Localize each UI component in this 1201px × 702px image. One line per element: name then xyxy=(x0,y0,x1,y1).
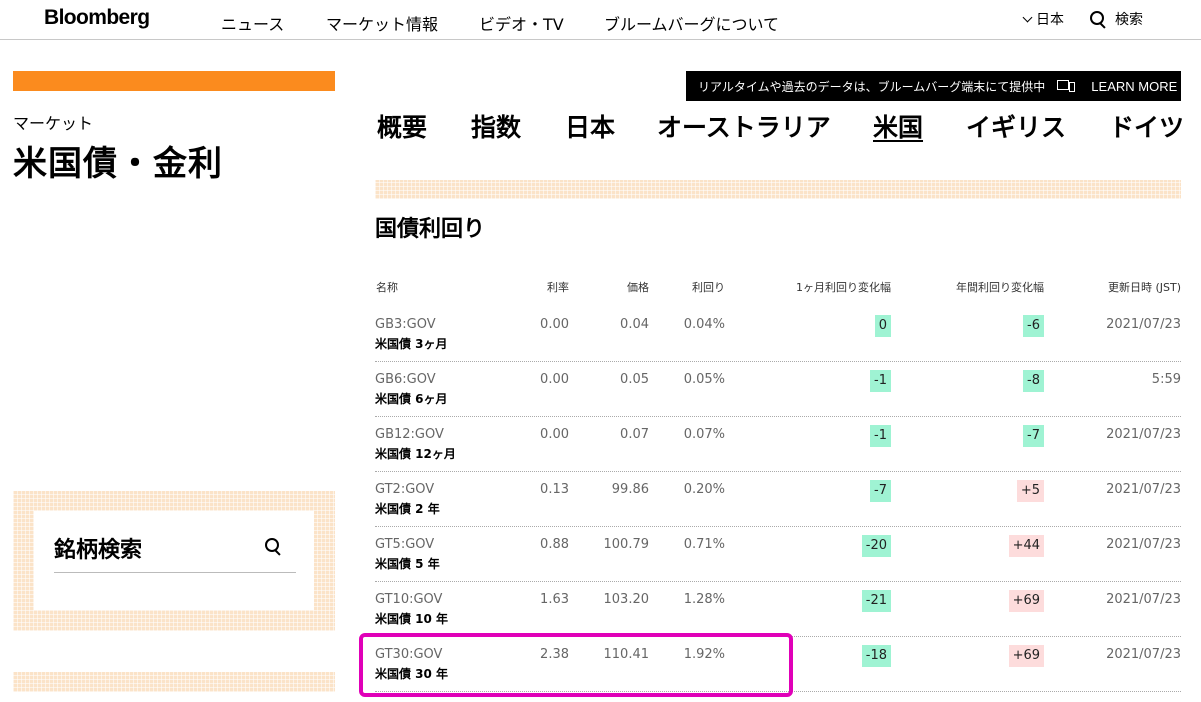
nav-about[interactable]: ブルームバーグについて xyxy=(604,11,779,35)
tab-australia[interactable]: オーストラリア xyxy=(657,108,831,144)
chevron-down-icon xyxy=(1022,12,1033,23)
row-1y-change: +69 xyxy=(1008,590,1044,612)
row-1m-change: -18 xyxy=(861,645,891,667)
row-yield: 0.20% xyxy=(683,482,725,497)
row-coupon: 0.00 xyxy=(540,317,569,332)
security-search-input[interactable] xyxy=(54,572,296,573)
table-row[interactable]: GB12:GOV 米国債 12ヶ月 0.00 0.07 0.07% -1 -7 … xyxy=(375,417,1181,472)
bloomberg-logo[interactable]: Bloomberg xyxy=(44,6,150,30)
table-row[interactable]: GT5:GOV 米国債 5 年 0.88 100.79 0.71% -20 +4… xyxy=(375,527,1181,582)
row-name: 米国債 12ヶ月 xyxy=(375,447,456,461)
row-1m-change: -1 xyxy=(870,370,891,392)
row-ticker[interactable]: GB12:GOV xyxy=(375,427,444,442)
row-yield: 0.04% xyxy=(683,317,725,332)
nav-market-info[interactable]: マーケット情報 xyxy=(326,11,438,35)
row-name: 米国債 5 年 xyxy=(375,557,440,571)
decorative-strip xyxy=(13,672,335,692)
row-updated: 2021/07/23 xyxy=(1106,482,1181,497)
tab-indices[interactable]: 指数 xyxy=(471,108,521,144)
table-row[interactable]: GB3:GOV 米国債 3ヶ月 0.00 0.04 0.04% 0 -6 202… xyxy=(375,307,1181,362)
row-ticker[interactable]: GT2:GOV xyxy=(375,482,434,497)
row-1y-change: -6 xyxy=(1023,315,1044,337)
row-ticker[interactable]: GT5:GOV xyxy=(375,537,434,552)
tab-germany[interactable]: ドイツ xyxy=(1109,108,1184,144)
row-ticker[interactable]: GT10:GOV xyxy=(375,592,442,607)
page-title: 米国債・金利 xyxy=(13,144,223,184)
highlight-annotation xyxy=(359,633,793,697)
row-1y-change: -7 xyxy=(1023,425,1044,447)
promo-text: リアルタイムや過去のデータは、ブルームバーグ端末にて提供中 xyxy=(698,79,1046,94)
nav-video-tv[interactable]: ビデオ・TV xyxy=(479,11,564,35)
region-label: 日本 xyxy=(1036,12,1064,28)
row-1y-change: +5 xyxy=(1016,480,1044,502)
row-yield: 0.07% xyxy=(683,427,725,442)
terminal-promo-banner[interactable]: リアルタイムや過去のデータは、ブルームバーグ端末にて提供中 LEARN MORE xyxy=(686,71,1181,101)
row-price: 0.05 xyxy=(620,372,649,387)
breadcrumb[interactable]: マーケット xyxy=(13,110,93,134)
terminal-device-icon xyxy=(1057,80,1076,92)
row-price: 103.20 xyxy=(603,592,650,607)
search-icon[interactable] xyxy=(264,537,282,556)
search-label: 検索 xyxy=(1115,12,1143,28)
row-updated: 2021/07/23 xyxy=(1106,592,1181,607)
header-1m-change: 1ヶ月利回り変化幅 xyxy=(796,281,891,294)
section-title: 国債利回り xyxy=(375,217,486,242)
row-name: 米国債 3ヶ月 xyxy=(375,337,448,351)
row-yield: 1.28% xyxy=(683,592,725,607)
row-updated: 2021/07/23 xyxy=(1106,317,1181,332)
row-1y-change: +69 xyxy=(1008,645,1044,667)
header-updated: 更新日時 (JST) xyxy=(1107,281,1181,294)
row-coupon: 0.13 xyxy=(540,482,569,497)
search-icon xyxy=(1089,10,1107,29)
accent-bar xyxy=(13,71,335,91)
row-price: 100.79 xyxy=(603,537,650,552)
tab-japan[interactable]: 日本 xyxy=(565,108,615,144)
row-price: 0.07 xyxy=(620,427,649,442)
row-ticker[interactable]: GB6:GOV xyxy=(375,372,436,387)
region-selector[interactable]: 日本 xyxy=(1022,9,1064,29)
header-coupon: 利率 xyxy=(547,281,569,294)
row-1y-change: +44 xyxy=(1008,535,1044,557)
row-updated: 2021/07/23 xyxy=(1106,427,1181,442)
row-price: 0.04 xyxy=(620,317,649,332)
row-coupon: 1.63 xyxy=(540,592,569,607)
row-coupon: 0.88 xyxy=(540,537,569,552)
learn-more-link[interactable]: LEARN MORE xyxy=(1091,79,1177,94)
table-row[interactable]: GB6:GOV 米国債 6ヶ月 0.00 0.05 0.05% -1 -8 5:… xyxy=(375,362,1181,417)
tab-us[interactable]: 米国 xyxy=(873,108,923,144)
row-name: 米国債 6ヶ月 xyxy=(375,392,448,406)
row-1m-change: 0 xyxy=(874,315,891,337)
header-price: 価格 xyxy=(627,281,649,294)
row-coupon: 0.00 xyxy=(540,372,569,387)
row-1m-change: -21 xyxy=(861,590,891,612)
row-1y-change: -8 xyxy=(1023,370,1044,392)
search-button[interactable]: 検索 xyxy=(1089,9,1143,29)
security-search-panel: 銘柄検索 xyxy=(13,491,335,631)
security-search-box: 銘柄検索 xyxy=(34,511,314,610)
tab-uk[interactable]: イギリス xyxy=(966,108,1066,144)
row-ticker[interactable]: GB3:GOV xyxy=(375,317,436,332)
row-name: 米国債 10 年 xyxy=(375,612,449,626)
nav-news[interactable]: ニュース xyxy=(221,11,284,35)
row-yield: 0.71% xyxy=(683,537,725,552)
section-divider-strip xyxy=(375,180,1181,199)
row-1m-change: -7 xyxy=(870,480,891,502)
row-1m-change: -20 xyxy=(861,535,891,557)
row-yield: 0.05% xyxy=(683,372,725,387)
header-yield: 利回り xyxy=(692,281,725,294)
row-updated: 5:59 xyxy=(1151,372,1181,387)
row-coupon: 0.00 xyxy=(540,427,569,442)
table-row[interactable]: GT2:GOV 米国債 2 年 0.13 99.86 0.20% -7 +5 2… xyxy=(375,472,1181,527)
header-name: 名称 xyxy=(376,281,398,294)
table-row[interactable]: GT10:GOV 米国債 10 年 1.63 103.20 1.28% -21 … xyxy=(375,582,1181,637)
header-1y-change: 年間利回り変化幅 xyxy=(956,281,1044,294)
row-updated: 2021/07/23 xyxy=(1106,647,1181,662)
row-updated: 2021/07/23 xyxy=(1106,537,1181,552)
row-name: 米国債 2 年 xyxy=(375,502,440,516)
top-navigation: Bloomberg ニュース マーケット情報 ビデオ・TV ブルームバーグについ… xyxy=(0,0,1201,40)
security-search-title: 銘柄検索 xyxy=(54,538,143,563)
row-price: 99.86 xyxy=(611,482,649,497)
tab-overview[interactable]: 概要 xyxy=(377,108,427,144)
row-1m-change: -1 xyxy=(870,425,891,447)
